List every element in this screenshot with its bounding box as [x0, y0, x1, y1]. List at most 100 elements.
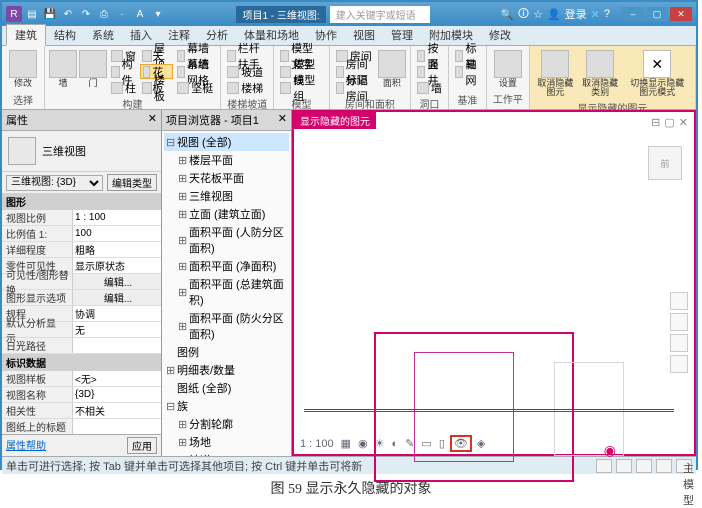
tab-view[interactable]: 视图	[345, 25, 383, 45]
browser-tree[interactable]: ⊟视图 (全部)⊞楼层平面⊞天花板平面⊞三维视图⊞立面 (建筑立面)⊞面积平面 …	[162, 131, 291, 456]
property-row[interactable]: 视图比例1 : 100	[2, 210, 161, 226]
tree-item[interactable]: ⊞面积平面 (防火分区面积)	[164, 309, 289, 343]
tree-item[interactable]: ⊞楼层平面	[164, 151, 289, 169]
property-row[interactable]: 视图样板<无>	[2, 371, 161, 387]
type-selector[interactable]: 三维视图: {3D}	[6, 175, 103, 191]
sb-icon-4[interactable]	[656, 459, 672, 473]
area-button[interactable]: 面积	[378, 48, 406, 90]
shadows-icon[interactable]: ◐	[390, 438, 401, 450]
browser-close-icon[interactable]: ✕	[278, 112, 287, 128]
signin-icon[interactable]: 👤	[547, 8, 561, 21]
tree-item[interactable]: ⊞坡道	[164, 451, 289, 456]
infocenter-icon[interactable]: 🔍	[500, 8, 514, 21]
tree-item[interactable]: ⊞明细表/数量	[164, 361, 289, 379]
properties-help-link[interactable]: 属性帮助	[6, 437, 46, 454]
maximize-button[interactable]: ▢	[646, 7, 668, 21]
reveal-hidden-icon[interactable]: 👁	[450, 435, 472, 452]
edit-type-button[interactable]: 编辑类型	[107, 174, 157, 191]
qat-open-icon[interactable]: ▤	[24, 6, 40, 22]
nav-zoom-icon[interactable]	[670, 334, 688, 352]
apply-button[interactable]: 应用	[127, 437, 157, 454]
property-row[interactable]: 可见性/图形替换编辑...	[2, 274, 161, 290]
favorites-icon[interactable]: ☆	[533, 8, 543, 21]
tree-item[interactable]: ⊞三维视图	[164, 187, 289, 205]
stair-button[interactable]: 楼梯	[225, 80, 269, 95]
scale-control[interactable]: 1 : 100	[298, 438, 336, 450]
tree-item[interactable]: ⊞面积平面 (净面积)	[164, 257, 289, 275]
property-row[interactable]: 比例值 1:100	[2, 226, 161, 242]
tree-item[interactable]: ⊞分割轮廓	[164, 415, 289, 433]
wall-button[interactable]: 墙	[49, 48, 77, 90]
column-button[interactable]: 柱	[109, 80, 138, 95]
crop-region-icon[interactable]: ▯	[437, 437, 447, 450]
sb-icon-2[interactable]	[616, 459, 632, 473]
set-workplane-button[interactable]: 设置	[491, 48, 525, 90]
tree-item[interactable]: ⊞立面 (建筑立面)	[164, 205, 289, 223]
tree-item[interactable]: ⊞天花板平面	[164, 169, 289, 187]
property-row[interactable]: 日光路径	[2, 338, 161, 354]
workset-selector[interactable]: 主模型	[676, 459, 692, 473]
mullion-button[interactable]: 坚梃	[175, 80, 216, 95]
tree-item[interactable]: 图例	[164, 343, 289, 361]
render-icon[interactable]: ✎	[403, 437, 416, 450]
view-close-icon[interactable]: ✕	[679, 116, 688, 129]
sb-icon-3[interactable]	[636, 459, 652, 473]
qat-print-icon[interactable]: ⎙	[96, 6, 112, 22]
qat-dropdown-icon[interactable]: ▾	[150, 6, 166, 22]
nav-wheel-icon[interactable]	[670, 292, 688, 310]
view-options-icon[interactable]: ⊟	[651, 116, 660, 129]
property-row[interactable]: 图纸上的标题	[2, 419, 161, 434]
tree-item[interactable]: ⊞面积平面 (人防分区面积)	[164, 223, 289, 257]
crop-icon[interactable]: ▭	[419, 437, 433, 450]
visual-style-icon[interactable]: ◉	[356, 437, 370, 450]
modify-button[interactable]: 修改	[6, 48, 40, 90]
toggle-reveal-button[interactable]: ✕切换显示隐藏图元模式	[624, 48, 691, 99]
signin-label[interactable]: 登录	[565, 6, 587, 22]
help-icon[interactable]: ?	[604, 8, 610, 20]
view-max-icon[interactable]: ▢	[664, 116, 674, 129]
tree-item[interactable]: ⊟族	[164, 397, 289, 415]
property-row[interactable]: 相关性不相关	[2, 403, 161, 419]
component-button[interactable]: 构件	[109, 64, 138, 79]
tag-room-button[interactable]: 标记 房间	[334, 80, 376, 95]
tab-manage[interactable]: 管理	[383, 25, 421, 45]
sunpath-icon[interactable]: ☀	[373, 437, 387, 450]
door-button[interactable]: 门	[79, 48, 107, 90]
unhide-category-button[interactable]: 取消隐藏类别	[579, 48, 622, 99]
qat-save-icon[interactable]: 💾	[42, 6, 58, 22]
temp-hide-icon[interactable]: ◈	[475, 437, 487, 450]
close-button[interactable]: ✕	[670, 7, 692, 21]
minimize-button[interactable]: –	[622, 7, 644, 21]
ramp-button[interactable]: 坡道	[225, 64, 269, 79]
sb-icon-1[interactable]	[596, 459, 612, 473]
curtain-grid-button[interactable]: 幕墙 网格	[175, 64, 216, 79]
railing-button[interactable]: 栏杆扶手	[225, 48, 269, 63]
qat-undo-icon[interactable]: ↶	[60, 6, 76, 22]
nav-orbit-icon[interactable]	[670, 355, 688, 373]
exchange-icon[interactable]: ✕	[591, 8, 600, 21]
tree-item[interactable]: ⊞场地	[164, 433, 289, 451]
camera-icon[interactable]: ◉	[604, 442, 616, 459]
viewcube[interactable]: 前	[648, 146, 682, 180]
search-input[interactable]: 建入关键字或短语	[330, 6, 430, 23]
tree-item[interactable]: 图纸 (全部)	[164, 379, 289, 397]
model-group-button[interactable]: 模型组	[278, 80, 324, 95]
tree-item[interactable]: ⊞面积平面 (总建筑面积)	[164, 275, 289, 309]
property-row[interactable]: 视图名称{3D}	[2, 387, 161, 403]
qat-redo-icon[interactable]: ↷	[78, 6, 94, 22]
property-row[interactable]: 图形显示选项编辑...	[2, 290, 161, 306]
nav-pan-icon[interactable]	[670, 313, 688, 331]
tab-structure[interactable]: 结构	[46, 25, 84, 45]
property-row[interactable]: 详细程度粗略	[2, 242, 161, 258]
unhide-element-button[interactable]: 取消隐藏图元	[534, 48, 577, 99]
floor-button[interactable]: 楼板	[140, 80, 173, 95]
app-menu-icon[interactable]: R	[6, 6, 22, 22]
grid-button[interactable]: 轴网	[453, 64, 482, 79]
opening-wall-button[interactable]: 墙	[415, 80, 444, 95]
tab-architecture[interactable]: 建筑	[6, 24, 46, 46]
detail-level-icon[interactable]: ▦	[339, 437, 353, 450]
property-row[interactable]: 默认分析显示...无	[2, 322, 161, 338]
tab-systems[interactable]: 系统	[84, 25, 122, 45]
tab-modify[interactable]: 修改	[481, 25, 519, 45]
qat-more-icon[interactable]: A	[132, 6, 148, 22]
